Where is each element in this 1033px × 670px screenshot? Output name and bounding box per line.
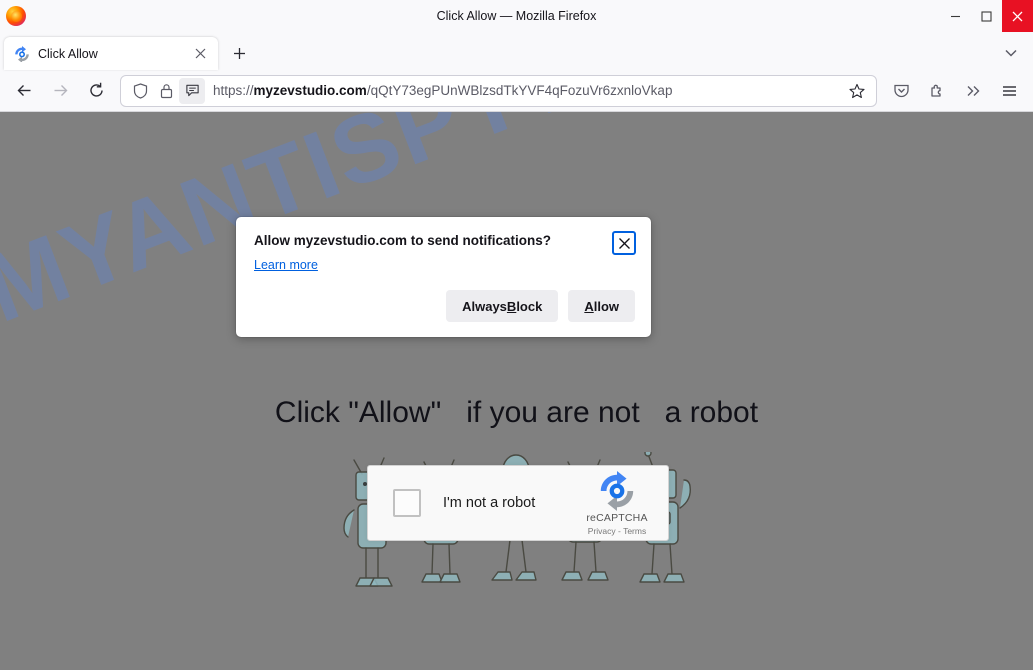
minimize-button[interactable] (940, 0, 971, 32)
allow-post: llow (593, 298, 619, 314)
tab-strip: Click Allow (0, 32, 1033, 70)
always-block-pre: Always (462, 298, 507, 314)
forward-button[interactable] (44, 75, 76, 107)
app-menu-button[interactable] (993, 75, 1025, 107)
allow-accel: A (584, 298, 594, 314)
dialog-title: Allow myzevstudio.com to send notificati… (254, 233, 552, 248)
recaptcha-logo-icon (597, 470, 637, 511)
page-viewport: MYANTISPYWARE.COM Click "Allow" if you a… (0, 112, 1033, 670)
recaptcha-label: I'm not a robot (443, 495, 536, 511)
close-window-button[interactable] (1002, 0, 1033, 32)
new-tab-button[interactable] (224, 38, 254, 68)
overflow-button[interactable] (957, 75, 989, 107)
recaptcha-favicon-icon (14, 45, 30, 63)
notification-permission-icon[interactable] (179, 77, 205, 104)
notification-permission-dialog: Allow myzevstudio.com to send notificati… (236, 217, 651, 337)
url-host: myzevstudio.com (253, 83, 367, 98)
lock-icon[interactable] (153, 78, 179, 104)
recaptcha-brand-name: reCAPTCHA (586, 511, 648, 524)
tab-close-icon[interactable] (190, 44, 210, 64)
url-text[interactable]: https://myzevstudio.com/qQtY73egPUnWBlzs… (213, 83, 844, 98)
always-block-button[interactable]: Always Block (446, 290, 559, 322)
url-bar[interactable]: https://myzevstudio.com/qQtY73egPUnWBlzs… (120, 74, 877, 107)
recaptcha-legal-links[interactable]: Privacy - Terms (574, 526, 660, 536)
always-block-post: lock (516, 298, 543, 314)
browser-tab[interactable]: Click Allow (4, 37, 218, 70)
dialog-actions: Always Block Allow (446, 290, 635, 322)
dialog-close-button[interactable] (612, 231, 636, 255)
always-block-accel: B (506, 298, 517, 314)
firefox-window: Click Allow — Mozilla Firefox Click Allo… (0, 0, 1033, 670)
page-headline: Click "Allow" if you are not a robot (274, 396, 759, 429)
bookmark-star-icon[interactable] (844, 78, 870, 104)
reload-button[interactable] (80, 75, 112, 107)
url-scheme: https:// (213, 83, 254, 98)
recaptcha-checkbox[interactable] (393, 489, 421, 517)
pocket-button[interactable] (885, 75, 917, 107)
navigation-toolbar: https://myzevstudio.com/qQtY73egPUnWBlzs… (0, 70, 1033, 112)
learn-more-link[interactable]: Learn more (254, 258, 318, 272)
extensions-button[interactable] (921, 75, 953, 107)
tab-title: Click Allow (38, 46, 98, 61)
recaptcha-widget[interactable]: I'm not a robot reCAPTCHA Privacy - Term… (367, 465, 669, 541)
shield-icon[interactable] (127, 78, 153, 104)
list-all-tabs-button[interactable] (997, 39, 1025, 67)
recaptcha-branding: reCAPTCHA Privacy - Terms (574, 470, 660, 536)
back-button[interactable] (8, 75, 40, 107)
url-path: /qQtY73egPUnWBlzsdTkYVF4qFozuVr6zxnloVka… (366, 83, 673, 98)
firefox-logo-icon (6, 6, 26, 26)
title-bar: Click Allow — Mozilla Firefox (0, 0, 1033, 32)
maximize-button[interactable] (971, 0, 1002, 32)
window-title: Click Allow — Mozilla Firefox (436, 9, 597, 23)
window-controls (940, 0, 1033, 32)
allow-button[interactable]: Allow (568, 290, 635, 322)
